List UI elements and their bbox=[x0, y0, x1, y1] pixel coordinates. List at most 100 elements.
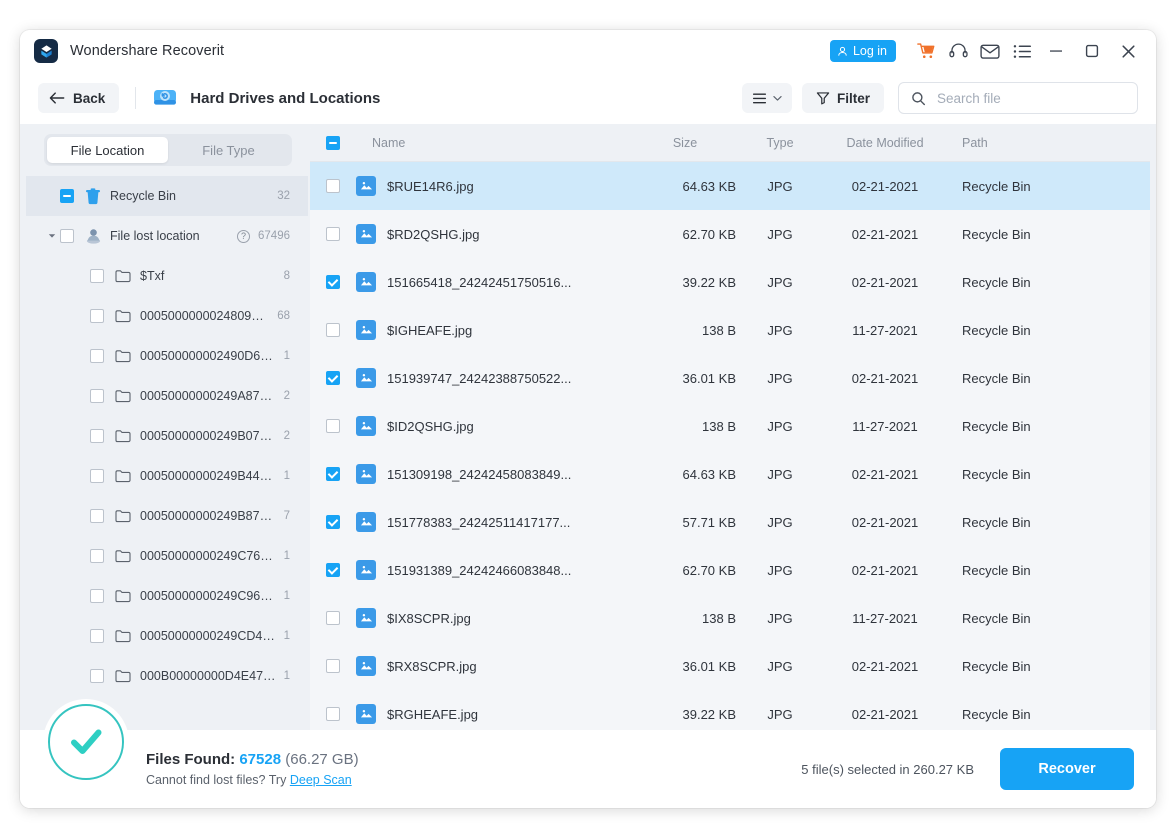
tree-item[interactable]: 000500000002490D6645... 1 bbox=[26, 336, 308, 376]
tab-file-type[interactable]: File Type bbox=[168, 137, 289, 163]
tree-item-checkbox[interactable] bbox=[90, 349, 104, 363]
search-box[interactable] bbox=[898, 82, 1138, 114]
tree-item[interactable]: 00050000000249A878C2... 2 bbox=[26, 376, 308, 416]
row-checkbox[interactable] bbox=[326, 707, 340, 721]
column-header-date-modified[interactable]: Date Modified bbox=[820, 136, 950, 150]
row-checkbox-cell[interactable] bbox=[310, 611, 356, 625]
row-checkbox-cell[interactable] bbox=[310, 515, 356, 529]
row-checkbox[interactable] bbox=[326, 419, 340, 433]
tree-item[interactable]: 00050000000249B443BA... 1 bbox=[26, 456, 308, 496]
row-checkbox-cell[interactable] bbox=[310, 563, 356, 577]
column-header-path[interactable]: Path bbox=[950, 136, 1150, 150]
column-header-type[interactable]: Type bbox=[740, 136, 820, 150]
row-checkbox-cell[interactable] bbox=[310, 659, 356, 673]
title-bar: Wondershare Recoverit Log in bbox=[20, 30, 1156, 72]
tree-item[interactable]: 00050000000249C962B... 1 bbox=[26, 576, 308, 616]
cell-path: Recycle Bin bbox=[962, 706, 1031, 722]
table-row[interactable]: $ID2QSHG.jpg 138 B JPG 11-27-2021 Recycle Bi… bbox=[310, 402, 1150, 450]
table-row[interactable]: $RX8SCPR.jpg 36.01 KB JPG 02-21-2021 Recycle… bbox=[310, 642, 1150, 690]
tree-item-checkbox[interactable] bbox=[90, 669, 104, 683]
table-row[interactable]: 151931389_24242466083848... 62.70 KB JPG 02… bbox=[310, 546, 1150, 594]
tree-item[interactable]: 00050000000249B87B48... 7 bbox=[26, 496, 308, 536]
tree-item[interactable]: 00050000000249C76C4F... 1 bbox=[26, 536, 308, 576]
table-row[interactable]: 151309198_24242458083849... 64.63 KB JPG 02… bbox=[310, 450, 1150, 498]
mail-icon[interactable] bbox=[974, 36, 1006, 66]
close-button[interactable] bbox=[1110, 36, 1146, 66]
cart-icon[interactable] bbox=[910, 36, 942, 66]
row-checkbox[interactable] bbox=[326, 611, 340, 625]
view-mode-button[interactable] bbox=[741, 83, 792, 113]
trash-icon bbox=[83, 187, 103, 205]
row-checkbox-cell[interactable] bbox=[310, 419, 356, 433]
tree-item-checkbox[interactable] bbox=[90, 629, 104, 643]
column-header-size[interactable]: Size bbox=[630, 136, 740, 150]
cell-date-modified: 02-21-2021 bbox=[851, 514, 919, 530]
tab-file-location[interactable]: File Location bbox=[47, 137, 168, 163]
row-checkbox-cell[interactable] bbox=[310, 371, 356, 385]
image-file-icon bbox=[356, 176, 376, 196]
table-row[interactable]: $RD2QSHG.jpg 62.70 KB JPG 02-21-2021 Recycle… bbox=[310, 210, 1150, 258]
back-button[interactable]: Back bbox=[38, 83, 120, 113]
row-checkbox-cell[interactable] bbox=[310, 275, 356, 289]
tree-item-checkbox[interactable] bbox=[90, 429, 104, 443]
tree-item-checkbox[interactable] bbox=[90, 309, 104, 323]
cell-date-modified: 02-21-2021 bbox=[851, 226, 919, 242]
search-input[interactable] bbox=[935, 89, 1125, 107]
file-name: $IGHEAFE.jpg bbox=[387, 322, 473, 338]
headset-icon[interactable] bbox=[942, 36, 974, 66]
row-checkbox[interactable] bbox=[326, 659, 340, 673]
row-checkbox[interactable] bbox=[326, 179, 340, 193]
minimize-button[interactable] bbox=[1038, 36, 1074, 66]
deep-scan-link[interactable]: Deep Scan bbox=[290, 773, 352, 787]
login-button[interactable]: Log in bbox=[829, 40, 896, 62]
tree-item-checkbox[interactable] bbox=[90, 509, 104, 523]
tree-item[interactable]: $Txf 8 bbox=[26, 256, 308, 296]
table-row[interactable]: 151665418_24242451750516... 39.22 KB JPG 02… bbox=[310, 258, 1150, 306]
row-checkbox-cell[interactable] bbox=[310, 707, 356, 721]
chevron-down-icon[interactable] bbox=[44, 233, 60, 239]
tree-item-checkbox[interactable] bbox=[60, 229, 74, 243]
column-header-name[interactable]: Name bbox=[356, 136, 630, 150]
table-row[interactable]: $IGHEAFE.jpg 138 B JPG 11-27-2021 Recycle Bi… bbox=[310, 306, 1150, 354]
table-row[interactable]: 151939747_24242388750522... 36.01 KB JPG 02… bbox=[310, 354, 1150, 402]
tree-item[interactable]: 000B00000000D4E47B2E... 1 bbox=[26, 656, 308, 696]
row-checkbox[interactable] bbox=[326, 563, 340, 577]
tree-item[interactable]: File lost location? 67496 bbox=[26, 216, 308, 256]
tree-item-checkbox[interactable] bbox=[90, 549, 104, 563]
row-checkbox-cell[interactable] bbox=[310, 323, 356, 337]
row-checkbox[interactable] bbox=[326, 515, 340, 529]
file-name: $IX8SCPR.jpg bbox=[387, 610, 471, 626]
tree-item[interactable]: 00050000000248092D3... 68 bbox=[26, 296, 308, 336]
filter-button[interactable]: Filter bbox=[801, 83, 884, 113]
row-checkbox[interactable] bbox=[326, 275, 340, 289]
row-checkbox[interactable] bbox=[326, 467, 340, 481]
list-icon[interactable] bbox=[1006, 36, 1038, 66]
tree-item-checkbox[interactable] bbox=[90, 469, 104, 483]
row-checkbox-cell[interactable] bbox=[310, 227, 356, 241]
cell-path: Recycle Bin bbox=[962, 418, 1031, 434]
tab-file-type-label: File Type bbox=[202, 142, 255, 158]
app-window: Wondershare Recoverit Log in Back Hard D… bbox=[20, 30, 1156, 808]
table-row[interactable]: $RUE14R6.jpg 64.63 KB JPG 02-21-2021 Recycle… bbox=[310, 162, 1150, 210]
image-file-icon bbox=[356, 704, 376, 724]
table-row[interactable]: $RGHEAFE.jpg 39.22 KB JPG 02-21-2021 Recycle… bbox=[310, 690, 1150, 730]
select-all-cell[interactable] bbox=[310, 135, 356, 150]
tree-item-checkbox[interactable] bbox=[60, 189, 74, 203]
recover-button[interactable]: Recover bbox=[1000, 748, 1134, 790]
row-checkbox[interactable] bbox=[326, 371, 340, 385]
table-row[interactable]: 151778383_24242511417177... 57.71 KB JPG 02… bbox=[310, 498, 1150, 546]
tree-item-checkbox[interactable] bbox=[90, 389, 104, 403]
row-checkbox[interactable] bbox=[326, 323, 340, 337]
maximize-button[interactable] bbox=[1074, 36, 1110, 66]
tree-item-checkbox[interactable] bbox=[90, 589, 104, 603]
row-checkbox-cell[interactable] bbox=[310, 179, 356, 193]
table-row[interactable]: $IX8SCPR.jpg 138 B JPG 11-27-2021 Recycle Bi… bbox=[310, 594, 1150, 642]
tree-item[interactable]: 00050000000249B0745E... 2 bbox=[26, 416, 308, 456]
row-checkbox-cell[interactable] bbox=[310, 467, 356, 481]
row-checkbox[interactable] bbox=[326, 227, 340, 241]
tree-item[interactable]: 00050000000249CD4B5... 1 bbox=[26, 616, 308, 656]
tree-item[interactable]: Recycle Bin 32 bbox=[26, 176, 308, 216]
help-icon[interactable]: ? bbox=[237, 229, 251, 243]
select-all-checkbox[interactable] bbox=[326, 135, 340, 150]
tree-item-checkbox[interactable] bbox=[90, 269, 104, 283]
